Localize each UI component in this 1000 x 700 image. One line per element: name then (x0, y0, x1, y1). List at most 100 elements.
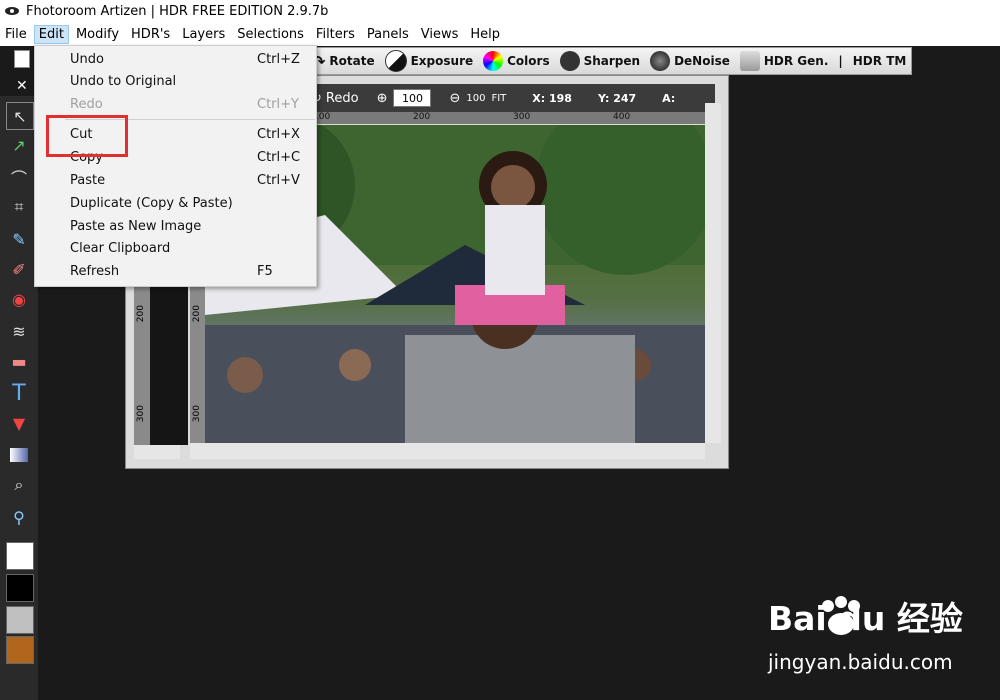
menu-item-shortcut: Ctrl+V (257, 172, 300, 188)
ruler-label: 200 (136, 305, 146, 323)
window-title: Fhotoroom Artizen | HDR FREE EDITION 2.9… (26, 3, 329, 19)
pen-icon[interactable]: ✐ (6, 256, 32, 282)
menu-item-label: Paste as New Image (70, 218, 202, 234)
menu-modify[interactable]: Modify (71, 25, 124, 44)
menu-bar: File Edit Modify HDR's Layers Selections… (0, 22, 1000, 47)
app-eye-icon (5, 7, 19, 15)
menu-item-paste[interactable]: Paste Ctrl+V (35, 169, 316, 191)
brush-icon[interactable]: ✎ (6, 226, 32, 252)
horizontal-scrollbar[interactable] (190, 443, 705, 459)
close-icon[interactable]: ✕ (16, 78, 28, 94)
menu-item-shortcut: Ctrl+Y (257, 96, 299, 112)
zoom-out-icon[interactable]: ⊖ (449, 91, 460, 106)
cut-highlight-box (46, 115, 128, 157)
menu-item-label: Undo (70, 51, 104, 67)
menu-item-duplicate[interactable]: Duplicate (Copy & Paste) (35, 192, 316, 214)
menu-item-undo-to-original[interactable]: Undo to Original (35, 70, 316, 92)
menu-item-label: Clear Clipboard (70, 240, 171, 256)
gradient-icon[interactable] (6, 442, 32, 468)
denoise-icon (650, 51, 671, 71)
color-wheel-icon (483, 51, 504, 71)
sharpen-icon (559, 51, 580, 71)
colors-button[interactable]: Colors (483, 51, 550, 71)
texture-swatch[interactable] (6, 636, 34, 664)
red-eye-icon[interactable]: ◉ (6, 286, 32, 312)
sharpen-label: Sharpen (583, 54, 641, 68)
menu-item-shortcut: Ctrl+C (257, 149, 301, 165)
background-color-swatch[interactable] (6, 574, 34, 602)
menu-item-label: Duplicate (Copy & Paste) (70, 195, 233, 211)
ruler-label: 200 (192, 305, 202, 323)
menu-layers[interactable]: Layers (177, 25, 230, 44)
redo-button[interactable]: ↻ Redo (311, 91, 359, 106)
hdr-tm-button[interactable]: HDR TM (853, 54, 907, 68)
main-toolbar: ↷ Rotate Exposure Colors Sharpen DeNoise… (305, 47, 912, 75)
menu-item-shortcut: F5 (257, 263, 273, 279)
eyedropper-icon[interactable]: ⚲ (6, 504, 32, 530)
denoise-button[interactable]: DeNoise (650, 51, 730, 71)
ruler-label: 300 (513, 112, 531, 122)
zoom-icon[interactable]: ⌕ (6, 472, 32, 498)
y-coordinate: Y: 247 (597, 91, 637, 105)
menu-file[interactable]: File (0, 25, 32, 44)
hdr-gen-icon (739, 51, 760, 71)
hdr-gen-label: HDR Gen. (763, 54, 829, 68)
ruler-label: 200 (413, 112, 431, 122)
back-horizontal-scrollbar[interactable] (134, 445, 180, 459)
text-icon[interactable]: T (6, 380, 32, 406)
fit-button[interactable]: FIT (491, 93, 506, 104)
new-document-icon[interactable] (14, 50, 30, 68)
menu-item-refresh[interactable]: Refresh F5 (35, 260, 316, 282)
exposure-icon (384, 50, 407, 72)
ruler-label: 300 (192, 405, 202, 423)
zoom-input[interactable]: 100 (393, 89, 432, 107)
redo-label: Redo (325, 90, 359, 106)
menu-item-redo: Redo Ctrl+Y (35, 93, 316, 115)
exposure-button[interactable]: Exposure (384, 50, 474, 72)
zoom-100-button[interactable]: 100 (466, 93, 485, 104)
vertical-scrollbar[interactable] (705, 103, 721, 443)
smudge-icon[interactable]: ≋ (6, 318, 32, 344)
menu-panels[interactable]: Panels (362, 25, 414, 44)
ruler-label: 400 (613, 112, 631, 122)
document-toolbar: ↻ Redo ⊕ 100 ⊖ 100 FIT X: 198 Y: 247 A: (305, 84, 715, 112)
top-ruler: 100 200 300 400 (305, 112, 705, 124)
watermark-brand: Bai du 经验 (768, 599, 963, 638)
menu-item-undo[interactable]: Undo Ctrl+Z (35, 48, 316, 70)
zoom-in-icon[interactable]: ⊕ (377, 91, 388, 106)
denoise-label: DeNoise (674, 54, 730, 68)
menu-item-shortcut: Ctrl+X (257, 126, 300, 142)
exposure-label: Exposure (410, 54, 474, 68)
add-select-icon[interactable]: ↗ (6, 132, 32, 158)
sharpen-button[interactable]: Sharpen (559, 51, 641, 71)
fill-bucket-icon[interactable]: ▼ (6, 410, 32, 436)
menu-selections[interactable]: Selections (232, 25, 309, 44)
left-toolbox: ↖ ↗ ⌒ ⌗ ✎ ✐ ◉ ≋ ▬ T ▼ ⌕ ⚲ (0, 96, 38, 700)
menu-item-label: Paste (70, 172, 106, 188)
crop-icon[interactable]: ⌗ (6, 194, 32, 220)
rotate-label: Rotate (329, 54, 375, 68)
foreground-color-swatch[interactable] (6, 542, 34, 570)
left-ruler-back: 200 300 (134, 285, 150, 445)
menu-item-shortcut: Ctrl+Z (257, 51, 300, 67)
menu-item-paste-as-new-image[interactable]: Paste as New Image (35, 215, 316, 237)
menu-edit[interactable]: Edit (33, 24, 69, 44)
menu-item-clear-clipboard[interactable]: Clear Clipboard (35, 237, 316, 259)
watermark-url: jingyan.baidu.com (768, 650, 953, 674)
menu-hdrs[interactable]: HDR's (126, 25, 175, 44)
menu-item-label: Undo to Original (70, 73, 177, 89)
ruler-label: 300 (136, 405, 146, 423)
hdr-gen-button[interactable]: HDR Gen. (739, 51, 829, 71)
lasso-icon[interactable]: ⌒ (6, 164, 32, 190)
menu-item-label: Redo (70, 96, 103, 112)
select-arrow-icon[interactable]: ↖ (6, 102, 34, 130)
colors-label: Colors (507, 54, 550, 68)
menu-help[interactable]: Help (465, 25, 505, 44)
toolbar-separator: | (838, 54, 843, 68)
menu-views[interactable]: Views (416, 25, 464, 44)
gray-swatch[interactable] (6, 606, 34, 634)
left-ruler: 200 300 (190, 285, 205, 445)
eraser-icon[interactable]: ▬ (6, 348, 32, 374)
menu-filters[interactable]: Filters (311, 25, 360, 44)
x-coordinate: X: 198 (532, 91, 572, 105)
